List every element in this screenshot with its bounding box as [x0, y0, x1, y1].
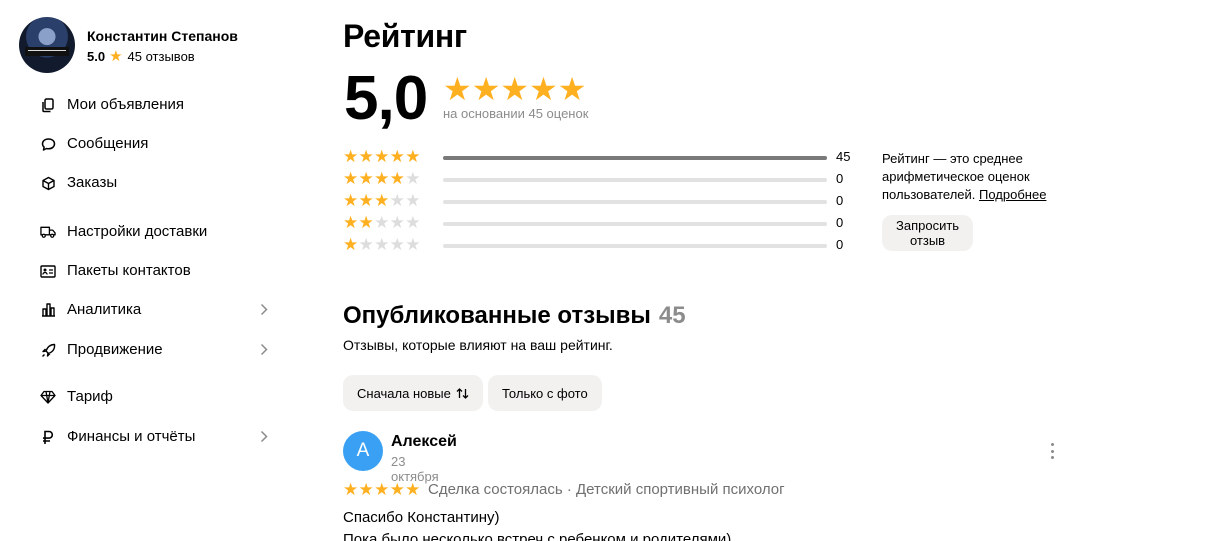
review-text-line: Пока было несколько встреч с ребенком и … — [343, 531, 732, 541]
distribution-stars: ★★★★★ — [343, 235, 421, 254]
distribution-count: 45 — [836, 149, 851, 164]
sidebar-item-label: Продвижение — [67, 341, 163, 358]
distribution-bar — [443, 244, 827, 248]
rocket-icon — [40, 342, 56, 358]
distribution-bar — [443, 200, 827, 204]
rating-value: 5,0 — [344, 64, 428, 133]
review-stars: ★★★★★ — [343, 480, 421, 499]
sidebar-item-label: Настройки доставки — [67, 223, 208, 240]
truck-icon — [40, 224, 56, 240]
sidebar-item-label: Сообщения — [67, 135, 149, 152]
distribution-count: 0 — [836, 193, 844, 208]
listings-icon — [40, 97, 56, 113]
rating-note: Рейтинг — это среднее арифметическое оце… — [882, 150, 1082, 204]
sidebar-item-delivery[interactable]: Настройки доставки — [40, 220, 272, 244]
chevron-right-icon — [260, 430, 268, 448]
distribution-stars: ★★★★★ — [343, 147, 421, 166]
review-text: Спасибо Константину) Пока было несколько… — [343, 507, 731, 541]
distribution-count: 0 — [836, 171, 844, 186]
sidebar-item-label: Пакеты контактов — [67, 262, 191, 279]
sidebar-item-promotion[interactable]: Продвижение — [40, 338, 272, 362]
review-text-line: Спасибо Константину) — [343, 509, 500, 526]
distribution-bar — [443, 222, 827, 226]
distribution-row: ★★★★★ 0 — [343, 235, 863, 254]
review-author-avatar[interactable]: А — [343, 431, 383, 471]
sidebar-item-messages[interactable]: Сообщения — [40, 132, 272, 156]
request-review-button[interactable]: Запросить отзыв — [882, 215, 974, 251]
sidebar-item-orders[interactable]: Заказы — [40, 171, 272, 195]
sidebar-item-label: Финансы и отчёты — [67, 428, 196, 445]
sidebar-item-listings[interactable]: Мои объявления — [40, 93, 272, 117]
distribution-bar-fill — [443, 156, 827, 160]
page-title: Рейтинг — [343, 18, 467, 54]
sidebar-item-label: Мои объявления — [67, 96, 184, 113]
reviews-title: Опубликованные отзывы 45 — [343, 302, 686, 330]
profile-rating: 5.0 — [87, 48, 106, 64]
review-deal-info: Сделка состоялась · Детский спортивный п… — [428, 481, 785, 498]
ruble-icon — [40, 429, 56, 445]
sort-icon — [456, 387, 469, 400]
reviews-subtitle: Отзывы, которые влияют на ваш рейтинг. — [343, 337, 613, 353]
sort-button[interactable]: Сначала новые — [343, 375, 483, 411]
chart-icon — [40, 302, 56, 318]
distribution-row: ★★★★★ 0 — [343, 191, 863, 210]
sidebar-item-tariff[interactable]: Тариф — [40, 385, 272, 409]
box-icon — [40, 175, 56, 191]
diamond-icon — [40, 389, 56, 405]
photo-filter-button[interactable]: Только с фото — [488, 375, 602, 411]
message-icon — [40, 136, 56, 152]
rating-stars: ★★★★★ — [443, 71, 587, 107]
distribution-row: ★★★★★ 0 — [343, 169, 863, 188]
distribution-stars: ★★★★★ — [343, 191, 421, 210]
distribution-count: 0 — [836, 215, 844, 230]
profile-name: Константин Степанов — [87, 27, 238, 44]
star-icon: ★ — [109, 47, 123, 65]
distribution-stars: ★★★★★ — [343, 213, 421, 232]
sidebar-item-contacts[interactable]: Пакеты контактов — [40, 259, 272, 283]
rating-based-on: на основании 45 оценок — [443, 106, 589, 121]
distribution-count: 0 — [836, 237, 844, 252]
sidebar-item-finance[interactable]: Финансы и отчёты — [40, 425, 272, 449]
sidebar-item-label: Заказы — [67, 174, 118, 191]
distribution-bar — [443, 156, 827, 160]
contact-card-icon — [40, 263, 56, 279]
avatar[interactable] — [19, 17, 75, 73]
chevron-right-icon — [260, 303, 268, 321]
reviews-title-text: Опубликованные отзывы — [343, 302, 651, 329]
chevron-right-icon — [260, 343, 268, 361]
sidebar-item-analytics[interactable]: Аналитика — [40, 298, 272, 322]
profile-header[interactable]: Константин Степанов 5.0 ★ 45 отзывов — [19, 17, 238, 73]
distribution-bar — [443, 178, 827, 182]
review-author-name[interactable]: Алексей — [391, 433, 457, 451]
reviews-count: 45 — [658, 302, 686, 329]
distribution-row: ★★★★★ 45 — [343, 147, 863, 166]
sidebar-item-label: Тариф — [67, 388, 113, 405]
profile-reviews-count[interactable]: 45 отзывов — [128, 49, 195, 64]
sort-label: Сначала новые — [357, 385, 451, 401]
distribution-row: ★★★★★ 0 — [343, 213, 863, 232]
distribution-stars: ★★★★★ — [343, 169, 421, 188]
more-options-icon[interactable] — [1048, 443, 1056, 459]
sidebar-item-label: Аналитика — [67, 301, 142, 318]
more-link[interactable]: Подробнее — [979, 187, 1046, 202]
